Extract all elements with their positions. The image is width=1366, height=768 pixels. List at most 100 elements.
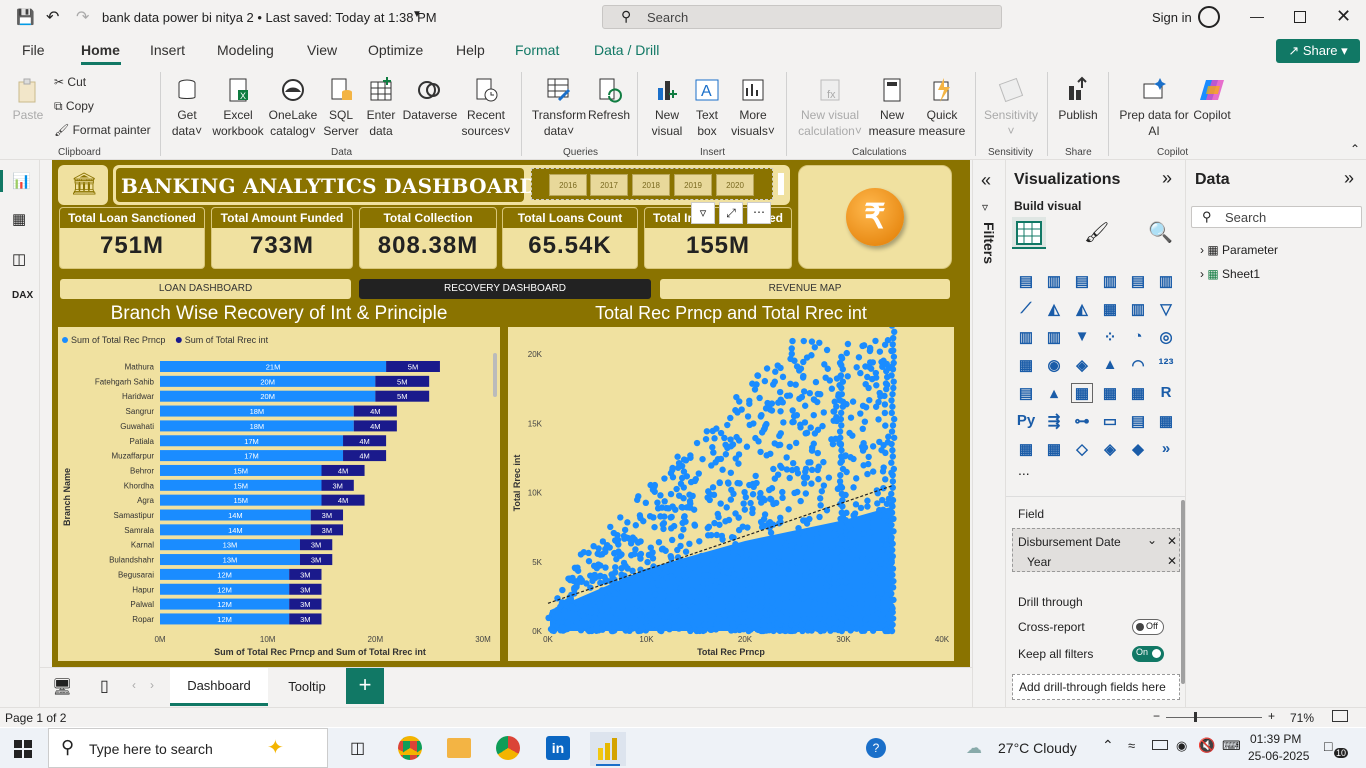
100-column-icon[interactable]: ▥ [1156, 272, 1176, 290]
mobile-layout-icon[interactable]: ▯ [100, 676, 109, 696]
save-icon[interactable]: 💾 [16, 8, 35, 26]
chrome-icon[interactable] [496, 736, 520, 760]
map-icon[interactable]: ◉ [1044, 356, 1064, 374]
paste-button[interactable]: Paste [10, 76, 46, 123]
quick-measure-button[interactable]: Quick measure [916, 76, 968, 139]
share-button[interactable]: ↗ Share ▾ [1276, 39, 1360, 63]
copy-button[interactable]: ⧉ Copy [54, 98, 94, 114]
qa-icon[interactable]: ▭ [1100, 412, 1120, 430]
collapse-ribbon-icon[interactable]: ⌃ [1350, 142, 1360, 156]
clustered-bar-icon[interactable]: ▤ [1072, 272, 1092, 290]
year-button[interactable]: 2018 [632, 174, 670, 196]
clock-date[interactable]: 25-06-2025 [1248, 749, 1309, 763]
excel-workbook-button[interactable]: X Excel workbook [210, 76, 266, 139]
table-icon[interactable]: ▦ [1100, 384, 1120, 402]
pie-icon[interactable]: ◔ [1128, 328, 1148, 346]
cross-report-toggle[interactable]: Off [1132, 619, 1164, 635]
year-button[interactable]: 2016 [549, 174, 587, 196]
collapse-viz-icon[interactable]: » [1162, 168, 1172, 189]
windows-start-icon[interactable] [14, 740, 32, 758]
treemap-icon[interactable]: ▦ [1016, 356, 1036, 374]
area-icon[interactable]: ◭ [1044, 300, 1064, 318]
nav-revenue-map[interactable]: REVENUE MAP [660, 279, 950, 299]
filter-icon[interactable]: ▿ [691, 202, 715, 224]
battery-icon[interactable] [1152, 740, 1168, 750]
redo-icon[interactable]: ↷ [76, 7, 89, 27]
next-page-icon[interactable]: › [150, 678, 154, 692]
line-clustered-icon[interactable]: ▥ [1044, 328, 1064, 346]
linkedin-icon[interactable]: in [546, 736, 570, 760]
tab-tooltip[interactable]: Tooltip [268, 668, 346, 706]
key-influencers-icon[interactable]: ⇶ [1044, 412, 1064, 430]
azure-map-icon[interactable]: ▲ [1100, 356, 1120, 374]
zoom-in-icon[interactable]: + [1268, 709, 1275, 723]
transform-data-button[interactable]: Transform data˅ [530, 76, 588, 139]
powerbi-taskbar-item[interactable] [590, 732, 626, 766]
dataverse-button[interactable]: Dataverse [402, 76, 458, 123]
nav-recovery-dashboard[interactable]: RECOVERY DASHBOARD [359, 279, 651, 299]
menu-format[interactable]: Format [515, 42, 559, 58]
publish-button[interactable]: Publish [1054, 76, 1102, 123]
taskbar-search[interactable]: ⚲ Type here to search ✦ [48, 728, 328, 768]
undo-icon[interactable]: ↶ [46, 7, 59, 27]
more-visuals-button[interactable]: More visuals˅ [728, 76, 778, 139]
more-c-icon[interactable]: ◈ [1100, 440, 1120, 458]
table-view-icon[interactable]: ▦ [12, 210, 26, 228]
volume-icon[interactable]: 🔇 [1198, 737, 1215, 754]
tray-chevron-icon[interactable]: ⌃ [1102, 737, 1114, 754]
100-bar-icon[interactable]: ▤ [1128, 272, 1148, 290]
data-search-input[interactable]: ⚲ Search [1191, 206, 1362, 228]
r-visual-icon[interactable]: R [1156, 384, 1176, 402]
diamond-icon[interactable]: ◆ [1128, 440, 1148, 458]
menu-data-drill[interactable]: Data / Drill [594, 42, 659, 58]
remove-field-icon[interactable]: ✕ [1167, 554, 1177, 568]
data-item[interactable]: › ▦ Parameter [1200, 243, 1278, 257]
stacked-column-icon[interactable]: ▥ [1044, 272, 1064, 290]
focus-mode-icon[interactable]: ⤢ [719, 202, 743, 224]
copilot-button[interactable]: Copilot [1190, 76, 1234, 123]
onelake-catalog-button[interactable]: OneLake catalog˅ [266, 76, 320, 139]
matrix-icon[interactable]: ▦ [1128, 384, 1148, 402]
menu-modeling[interactable]: Modeling [217, 42, 274, 58]
model-view-icon[interactable]: ◫ [12, 250, 26, 268]
menu-view[interactable]: View [307, 42, 337, 58]
donut-icon[interactable]: ◎ [1156, 328, 1176, 346]
clock-time[interactable]: 01:39 PM [1250, 732, 1301, 746]
kpi-icon[interactable]: ▴ [1044, 384, 1064, 402]
cut-button[interactable]: ✂ Cut [54, 74, 86, 90]
power-apps-icon[interactable]: ▦ [1016, 440, 1036, 458]
close-icon[interactable]: ✕ [1336, 6, 1351, 27]
gauge-icon[interactable]: ◠ [1128, 356, 1148, 374]
drill-through-well[interactable]: Add drill-through fields here [1012, 674, 1180, 700]
line-column-icon[interactable]: ▥ [1016, 328, 1036, 346]
multi-row-card-icon[interactable]: ▤ [1016, 384, 1036, 402]
line-icon[interactable]: ⟋ [1016, 300, 1036, 318]
menu-help[interactable]: Help [456, 42, 485, 58]
wifi-icon[interactable]: ≈ [1128, 738, 1135, 753]
minimize-icon[interactable]: — [1250, 8, 1264, 24]
menu-optimize[interactable]: Optimize [368, 42, 423, 58]
chevron-icon[interactable]: » [1156, 440, 1176, 458]
search-input[interactable]: ⚲ Search [602, 5, 1002, 29]
waterfall-icon[interactable]: ▥ [1128, 300, 1148, 318]
year-button[interactable]: 2017 [590, 174, 628, 196]
python-icon[interactable]: Py [1016, 412, 1036, 430]
slicer-scrollbar[interactable] [778, 173, 784, 195]
zoom-slider[interactable] [1166, 717, 1262, 718]
narrative-icon[interactable]: ▤ [1128, 412, 1148, 430]
stacked-area-icon[interactable]: ◭ [1072, 300, 1092, 318]
scatter-icon[interactable]: ⁘ [1100, 328, 1120, 346]
bar-chart-visual[interactable]: Branch Wise Recovery of Int & Principle … [58, 301, 500, 661]
build-visual-tab[interactable] [1012, 217, 1046, 249]
notification-icon[interactable]: □ [1324, 738, 1332, 754]
add-page-button[interactable]: + [346, 668, 384, 704]
file-explorer-icon[interactable] [447, 738, 471, 758]
remove-field-icon[interactable]: ✕ [1167, 534, 1177, 548]
weather-text[interactable]: 27°C Cloudy [998, 740, 1077, 756]
paginated-icon[interactable]: ▦ [1156, 412, 1176, 430]
recent-sources-button[interactable]: Recent sources˅ [458, 76, 514, 139]
signin-link[interactable]: Sign in [1152, 10, 1192, 25]
nav-loan-dashboard[interactable]: LOAN DASHBOARD [60, 279, 351, 299]
stacked-bar-icon[interactable]: ▤ [1016, 272, 1036, 290]
clustered-column-icon[interactable]: ▥ [1100, 272, 1120, 290]
